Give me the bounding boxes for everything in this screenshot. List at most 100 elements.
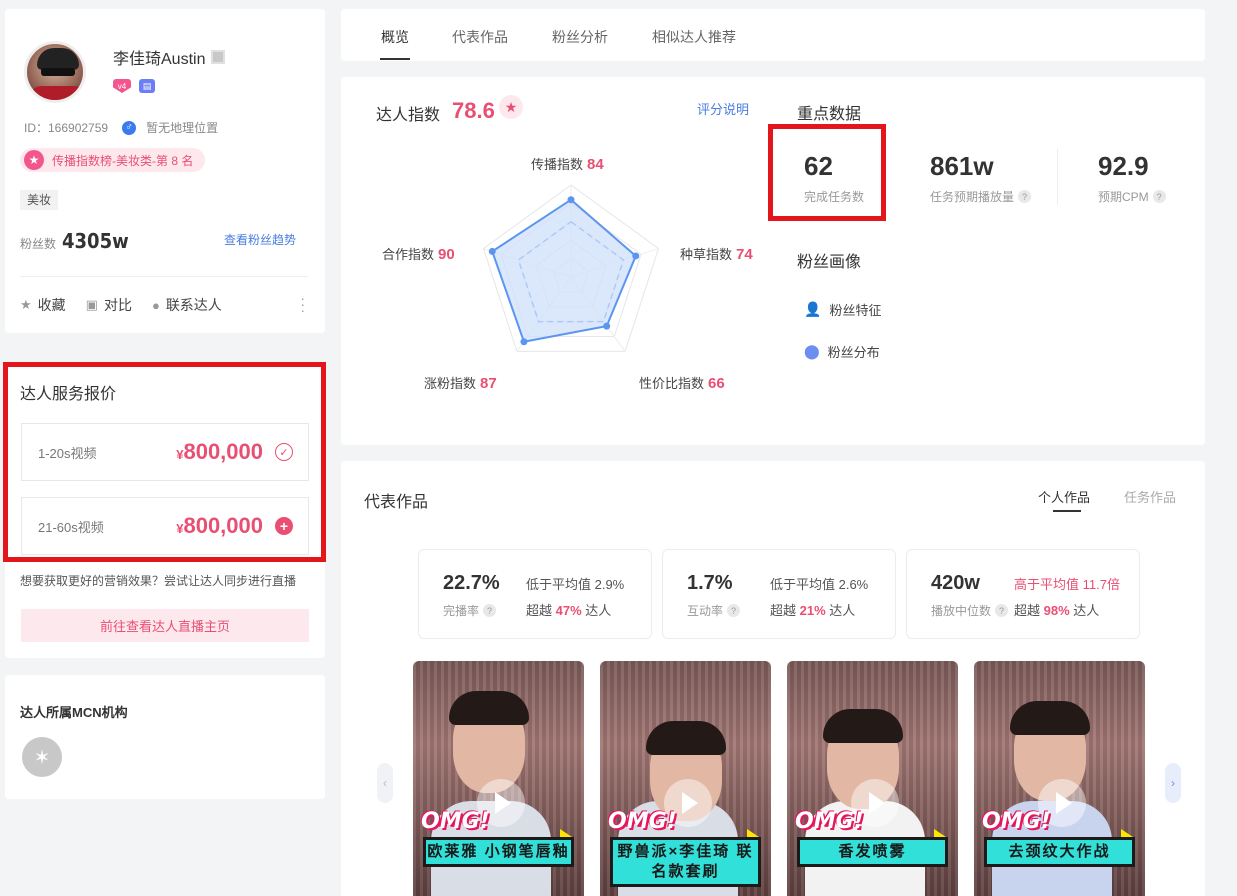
carousel-prev-button[interactable]: ‹	[377, 763, 393, 803]
live-tip: 想要获取更好的营销效果？尝试让达人同步进行直播	[20, 574, 297, 588]
video-caption: 欧莱雅 小钢笔唇釉	[423, 837, 574, 867]
stat-interaction: 1.7% 互动率? 低于平均值 2.6% 超越 21% 达人	[662, 549, 896, 639]
main-tabs: 概览 代表作品 粉丝分析 相似达人推荐	[341, 9, 1205, 61]
action-bar: ★ 收藏 ▣ 对比 ● 联系达人	[20, 295, 222, 315]
video-badge: OMG!	[608, 809, 677, 834]
tab-similar[interactable]: 相似达人推荐	[652, 27, 736, 47]
radar-label-spread: 传播指数 84	[531, 156, 604, 173]
radar-point[interactable]	[632, 252, 640, 260]
help-icon[interactable]: ?	[1152, 190, 1166, 203]
more-icon[interactable]: · · ·	[300, 291, 305, 317]
key-data-label: 预期CPM?	[1098, 188, 1166, 205]
key-data-value: 92.9	[1098, 151, 1149, 181]
video-card[interactable]: OMG! 野兽派×李佳琦 联名款套刷	[600, 661, 771, 896]
radar-point[interactable]	[603, 322, 611, 330]
help-icon[interactable]: ?	[727, 604, 741, 617]
mcn-card: 达人所属MCN机构 ✶	[5, 675, 325, 799]
works-card: 代表作品 个人作品 任务作品 22.7% 完播率? 低于平均值 2.9% 超越 …	[341, 461, 1205, 896]
tab-works[interactable]: 代表作品	[452, 27, 508, 47]
level-badge-icon: v4	[113, 79, 131, 93]
contact-button[interactable]: ● 联系达人	[152, 295, 222, 315]
key-data-label: 任务预期播放量?	[930, 188, 1032, 205]
cart-icon: ▤	[139, 79, 155, 93]
live-page-button[interactable]: 前往查看达人直播主页	[21, 609, 309, 642]
compare-button[interactable]: ▣ 对比	[86, 295, 132, 315]
tab-task-works[interactable]: 任务作品	[1124, 487, 1176, 506]
contact-label: 联系达人	[165, 297, 222, 313]
separator	[1057, 149, 1058, 205]
influencer-name: 李佳琦Austin	[113, 45, 226, 69]
works-tab-indicator	[1053, 510, 1081, 512]
chat-icon: ●	[151, 297, 160, 313]
avatar[interactable]	[24, 41, 86, 103]
compare-icon: ▣	[85, 297, 98, 312]
tab-fans-analysis[interactable]: 粉丝分析	[552, 27, 608, 47]
index-label: 达人指数	[376, 107, 441, 124]
index-card: 达人指数 78.6 ★ 评分说明 传播指数 84 种草指数 74 性价比指数 66 涨…	[341, 77, 1205, 445]
profile-card: 李佳琦Austin v4 ▤ ID：166902759 ♂ 暂无地理位置 ★ 传…	[5, 9, 325, 333]
radar-chart	[482, 184, 660, 352]
help-icon[interactable]: ?	[483, 604, 497, 617]
radar-label-seeding: 种草指数 74	[680, 246, 753, 263]
radar-point[interactable]	[567, 196, 575, 204]
radar-value-area	[491, 198, 637, 343]
user-icon: 👤	[804, 301, 822, 317]
index-score: 78.6	[452, 98, 495, 123]
key-data-value: 861w	[930, 151, 994, 181]
fans-value: 4305w	[62, 229, 129, 253]
video-card[interactable]: OMG! 去颈纹大作战	[974, 661, 1145, 896]
star-outline-icon: ★	[20, 297, 32, 312]
collect-label: 收藏	[37, 297, 66, 313]
key-data-plays: 861w 任务预期播放量?	[930, 151, 1032, 205]
location-text: 暂无地理位置	[146, 121, 219, 135]
score-help-link[interactable]: 评分说明	[697, 99, 749, 118]
highlight-box	[768, 124, 886, 221]
radar-label-value: 性价比指数 66	[639, 375, 725, 392]
video-badge: OMG!	[421, 809, 490, 834]
radar-point[interactable]	[488, 247, 496, 255]
highlight-box	[3, 362, 326, 562]
divider	[20, 276, 308, 277]
qr-code-icon[interactable]	[211, 50, 226, 64]
key-data-title: 重点数据	[797, 106, 862, 123]
tab-overview[interactable]: 概览	[381, 27, 409, 47]
video-card[interactable]: OMG! 香发喷雾	[787, 661, 958, 896]
radar-label-cooperation: 合作指数 90	[382, 246, 455, 263]
fans-label: 粉丝数	[20, 237, 57, 251]
help-icon[interactable]: ?	[995, 604, 1009, 617]
fans-distribution-link[interactable]: ⬤ 粉丝分布	[804, 342, 880, 361]
fans-count: 粉丝数 4305w	[20, 229, 129, 253]
male-icon: ♂	[122, 120, 137, 135]
location-pin-icon: ⬤	[804, 343, 820, 359]
works-title: 代表作品	[364, 494, 429, 511]
mcn-logo-icon: ✶	[22, 737, 62, 777]
video-badge: OMG!	[795, 809, 864, 834]
id-line: ID：166902759 ♂ 暂无地理位置	[24, 119, 218, 136]
fans-trend-link[interactable]: 查看粉丝趋势	[224, 231, 296, 248]
radar-label-growth: 涨粉指数 87	[424, 375, 497, 392]
radar-point[interactable]	[520, 338, 528, 346]
video-caption: 野兽派×李佳琦 联名款套刷	[610, 837, 761, 887]
video-card[interactable]: OMG! 欧莱雅 小钢笔唇釉	[413, 661, 584, 896]
fans-portrait-title: 粉丝画像	[797, 254, 862, 271]
rank-text: 传播指数榜-美妆类-第 8 名	[52, 153, 194, 168]
stat-median-plays: 420w 播放中位数? 高于平均值 11.7倍 超越 98% 达人	[906, 549, 1140, 639]
stat-completion: 22.7% 完播率? 低于平均值 2.9% 超越 47% 达人	[418, 549, 652, 639]
collect-button[interactable]: ★ 收藏	[20, 295, 66, 315]
carousel-next-button[interactable]: ›	[1165, 763, 1181, 803]
star-icon: ★	[499, 95, 523, 119]
influencer-name-text: 李佳琦Austin	[113, 51, 206, 68]
video-badge: OMG!	[982, 809, 1051, 834]
video-caption: 去颈纹大作战	[984, 837, 1135, 867]
tab-active-indicator	[380, 58, 410, 60]
mcn-title: 达人所属MCN机构	[20, 705, 128, 720]
key-data-cpm: 92.9 预期CPM?	[1098, 151, 1166, 205]
rank-badge[interactable]: ★ 传播指数榜-美妆类-第 8 名	[20, 148, 206, 172]
help-icon[interactable]: ?	[1018, 190, 1032, 203]
tab-personal-works[interactable]: 个人作品	[1038, 487, 1090, 506]
badges: v4 ▤	[113, 79, 155, 93]
star-icon: ★	[24, 150, 44, 170]
fans-feature-link[interactable]: 👤 粉丝特征	[804, 300, 881, 319]
compare-label: 对比	[103, 297, 132, 313]
video-caption: 香发喷雾	[797, 837, 948, 867]
